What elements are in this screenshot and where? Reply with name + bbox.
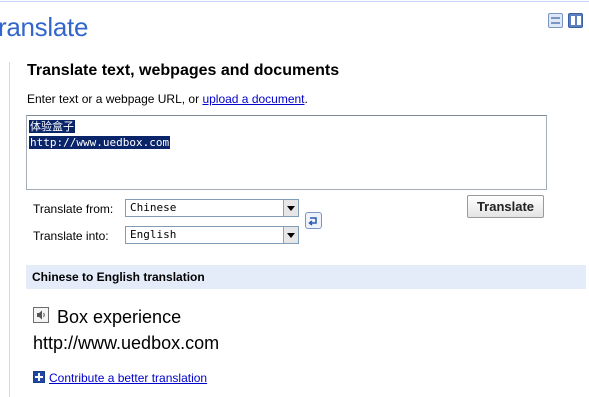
translate-from-label: Translate from: (33, 202, 114, 216)
result-header: Chinese to English translation (26, 265, 586, 289)
translate-into-label: Translate into: (33, 229, 109, 243)
target-language-select[interactable]: English (125, 226, 299, 244)
instruction-prefix: Enter text or a webpage URL, or (27, 92, 203, 106)
speaker-icon[interactable] (33, 307, 49, 323)
source-language-value: Chinese (130, 201, 177, 214)
single-panel-icon[interactable] (548, 13, 563, 28)
translated-text-line: Box experience (57, 307, 182, 327)
result-header-label: Chinese to English translation (32, 270, 205, 284)
instruction-suffix: . (304, 92, 308, 106)
source-text-input[interactable]: 体验盒子 http://www.uedbox.com (26, 115, 547, 190)
page-title: ranslate (0, 12, 89, 42)
source-line: http://www.uedbox.com (29, 136, 171, 149)
source-line: 体验盒子 (29, 120, 75, 133)
form-heading: Translate text, webpages and documents (27, 62, 340, 79)
instruction-text: Enter text or a webpage URL, or upload a… (27, 92, 308, 106)
translated-text-line: http://www.uedbox.com (33, 333, 220, 353)
swap-languages-icon[interactable] (305, 212, 322, 229)
chevron-down-icon[interactable] (283, 227, 298, 243)
chevron-down-icon[interactable] (283, 200, 298, 216)
translate-button[interactable]: Translate (467, 195, 544, 218)
split-panel-icon[interactable] (568, 13, 583, 28)
upload-document-link[interactable]: upload a document (202, 92, 304, 106)
top-rule (0, 1, 589, 2)
left-rule (9, 62, 10, 397)
plus-icon[interactable] (33, 371, 45, 383)
target-language-value: English (130, 228, 177, 241)
source-language-select[interactable]: Chinese (125, 199, 299, 217)
contribute-translation-link[interactable]: Contribute a better translation (49, 371, 207, 385)
